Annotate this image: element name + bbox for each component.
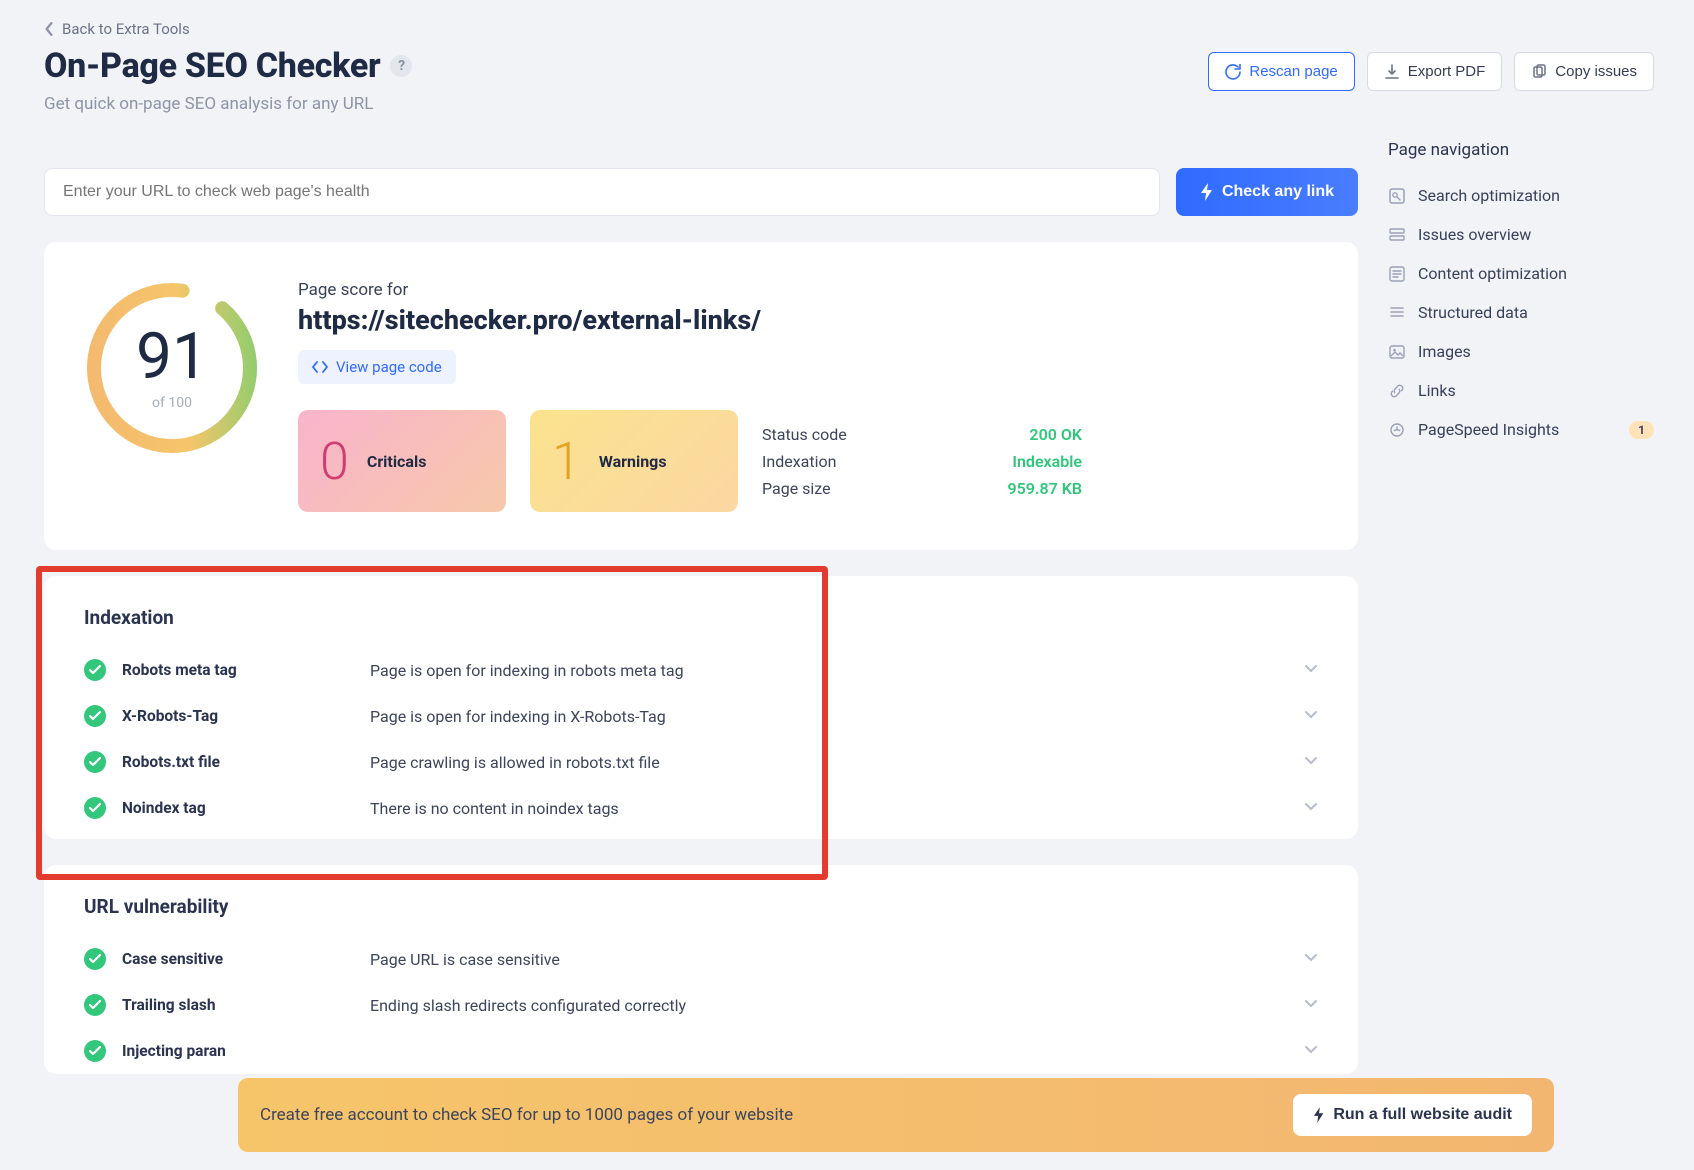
check-desc: Ending slash redirects configurated corr… [370,996,1288,1015]
check-label: Robots.txt file [122,753,354,771]
warnings-box[interactable]: 1 Warnings [530,410,738,512]
chevron-down-icon [1304,1043,1318,1059]
chevron-down-icon [1304,754,1318,770]
score-card: 91 of 100 Page score for https://siteche… [44,242,1358,550]
chevron-down-icon [1304,997,1318,1013]
copy-issues-button[interactable]: Copy issues [1514,52,1654,91]
check-label: Case sensitive [122,950,354,968]
back-link[interactable]: Back to Extra Tools [44,12,190,42]
refresh-icon [1225,64,1241,80]
check-label: X-Robots-Tag [122,707,354,725]
check-icon [84,705,106,727]
nav-icon [1388,187,1406,205]
lightning-icon [1200,183,1214,201]
check-desc: Page is open for indexing in robots meta… [370,661,1288,680]
nav-icon [1388,343,1406,361]
export-pdf-button[interactable]: Export PDF [1367,52,1503,91]
nav-title: Page navigation [1388,140,1654,160]
check-row[interactable]: Noindex tag There is no content in noind… [84,785,1318,831]
check-label: Trailing slash [122,996,354,1014]
cta-bar: Create free account to check SEO for up … [238,1078,1554,1152]
nav-item[interactable]: Search optimization [1388,176,1654,215]
nav-icon [1388,382,1406,400]
check-row[interactable]: Injecting paran [84,1028,1318,1074]
check-icon [84,994,106,1016]
nav-item[interactable]: Structured data [1388,293,1654,332]
check-icon [84,751,106,773]
nav-item[interactable]: PageSpeed Insights 1 [1388,410,1654,449]
cta-text: Create free account to check SEO for up … [260,1105,793,1125]
page-navigation: Page navigation Search optimization Issu… [1388,140,1654,449]
nav-icon [1388,226,1406,244]
nav-item[interactable]: Content optimization [1388,254,1654,293]
criticals-box[interactable]: 0 Criticals [298,410,506,512]
nav-item-label: Issues overview [1418,225,1531,244]
page-subtitle: Get quick on-page SEO analysis for any U… [44,94,412,114]
nav-item-label: Structured data [1418,303,1528,322]
check-icon [84,797,106,819]
lightning-icon [1313,1107,1325,1123]
check-icon [84,1040,106,1062]
nav-item[interactable]: Issues overview [1388,215,1654,254]
nav-badge: 1 [1629,421,1654,439]
section-title-indexation: Indexation [84,606,1318,629]
check-icon [84,948,106,970]
nav-icon [1388,265,1406,283]
run-audit-button[interactable]: Run a full website audit [1293,1094,1532,1136]
check-desc: Page crawling is allowed in robots.txt f… [370,753,1288,772]
check-desc: Page URL is case sensitive [370,950,1288,969]
rescan-button[interactable]: Rescan page [1208,52,1354,91]
score-label: Page score for [298,280,1318,300]
nav-item-label: Content optimization [1418,264,1567,283]
check-label: Robots meta tag [122,661,354,679]
check-link-button[interactable]: Check any link [1176,168,1358,216]
url-vulnerability-card: URL vulnerability Case sensitive Page UR… [44,865,1358,1074]
check-label: Noindex tag [122,799,354,817]
check-row[interactable]: X-Robots-Tag Page is open for indexing i… [84,693,1318,739]
page-title: On-Page SEO Checker ? [44,46,412,86]
check-label: Injecting paran [122,1042,354,1060]
score-url: https://sitechecker.pro/external-links/ [298,304,1318,336]
chevron-down-icon [1304,662,1318,678]
chevron-down-icon [1304,951,1318,967]
chevron-down-icon [1304,800,1318,816]
indexation-card: Indexation Robots meta tag Page is open … [44,576,1358,839]
check-desc: There is no content in noindex tags [370,799,1288,818]
nav-item-label: Search optimization [1418,186,1560,205]
check-row[interactable]: Robots.txt file Page crawling is allowed… [84,739,1318,785]
nav-item[interactable]: Images [1388,332,1654,371]
check-icon [84,659,106,681]
nav-icon [1388,304,1406,322]
nav-icon [1388,421,1406,439]
code-icon [312,360,328,374]
view-page-code-button[interactable]: View page code [298,350,456,384]
check-row[interactable]: Trailing slash Ending slash redirects co… [84,982,1318,1028]
download-icon [1384,64,1400,80]
back-link-label: Back to Extra Tools [62,20,190,38]
status-grid: Status code200 OK IndexationIndexable Pa… [762,410,1082,512]
check-desc: Page is open for indexing in X-Robots-Ta… [370,707,1288,726]
score-of: of 100 [152,395,192,411]
nav-item-label: PageSpeed Insights [1418,420,1559,439]
help-icon[interactable]: ? [390,55,412,77]
nav-item-label: Links [1418,381,1456,400]
nav-item-label: Images [1418,342,1471,361]
check-row[interactable]: Robots meta tag Page is open for indexin… [84,647,1318,693]
url-input[interactable] [44,168,1160,216]
copy-icon [1531,64,1547,80]
chevron-down-icon [1304,708,1318,724]
score-ring: 91 of 100 [84,280,260,456]
chevron-left-icon [44,22,54,36]
score-value: 91 [136,325,208,389]
nav-item[interactable]: Links [1388,371,1654,410]
check-row[interactable]: Case sensitive Page URL is case sensitiv… [84,936,1318,982]
section-title-url-vuln: URL vulnerability [84,895,1318,918]
